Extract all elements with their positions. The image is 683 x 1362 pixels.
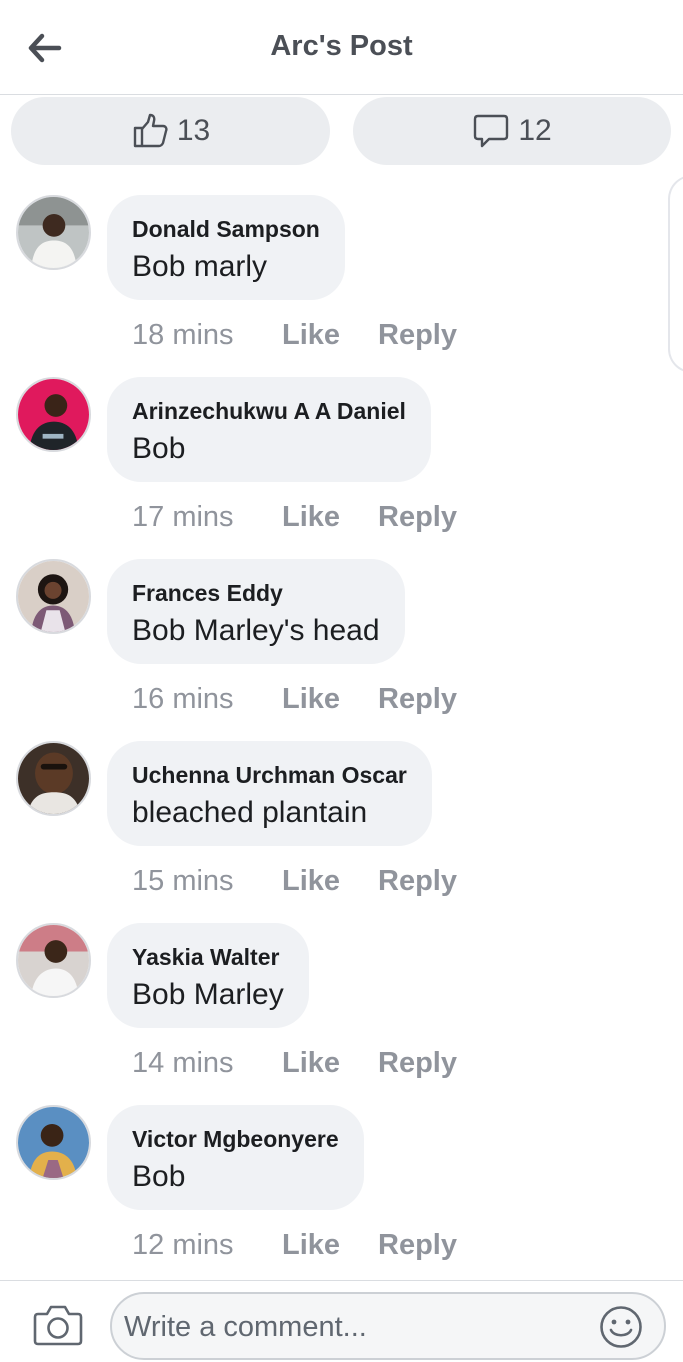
comment-text: bleached plantain bbox=[132, 796, 368, 829]
avatar[interactable] bbox=[16, 923, 91, 998]
comment-text: Bob bbox=[132, 432, 186, 465]
comments-count: 12 bbox=[518, 114, 552, 147]
comment-text: Bob bbox=[132, 1160, 186, 1193]
page-title: Arc's Post bbox=[270, 30, 413, 62]
reply-button[interactable]: Reply bbox=[378, 499, 457, 535]
like-button[interactable]: Like bbox=[282, 1045, 340, 1081]
comment-bubble[interactable]: Donald Sampson Bob marly bbox=[107, 195, 345, 300]
camera-icon bbox=[33, 1305, 83, 1346]
comment-bubble[interactable]: Arinzechukwu A A Daniel Bob bbox=[107, 377, 431, 482]
comment-item: Arinzechukwu A A Daniel Bob 17 mins Like… bbox=[0, 377, 683, 559]
reply-button[interactable]: Reply bbox=[378, 1045, 457, 1081]
likes-count: 13 bbox=[176, 114, 211, 147]
comment-time[interactable]: 15 mins bbox=[132, 863, 234, 899]
like-button[interactable]: Like bbox=[282, 317, 340, 353]
avatar[interactable] bbox=[16, 559, 91, 634]
comment-time[interactable]: 18 mins bbox=[132, 317, 234, 353]
emoji-button[interactable] bbox=[599, 1305, 643, 1349]
comment-bubble[interactable]: Victor Mgbeonyere Bob bbox=[107, 1105, 364, 1210]
comment-item: Victor Mgbeonyere Bob 12 mins Like Reply bbox=[0, 1105, 683, 1287]
comment-item: Donald Sampson Bob marly 18 mins Like Re… bbox=[0, 195, 683, 377]
comment-item: Uchenna Urchman Oscar bleached plantain … bbox=[0, 741, 683, 923]
comment-author[interactable]: Yaskia Walter bbox=[132, 942, 284, 972]
reply-button[interactable]: Reply bbox=[378, 317, 457, 353]
comment-text: Bob Marley bbox=[132, 978, 284, 1011]
avatar[interactable] bbox=[16, 195, 91, 270]
top-bar: Arc's Post bbox=[0, 0, 683, 95]
comments-count-button[interactable]: 12 bbox=[353, 97, 671, 165]
comment-bubble[interactable]: Frances Eddy Bob Marley's head bbox=[107, 559, 405, 664]
smiley-icon bbox=[600, 1306, 642, 1348]
like-button[interactable]: Like bbox=[282, 1227, 340, 1263]
comment-author[interactable]: Frances Eddy bbox=[132, 578, 380, 608]
comment-bubble[interactable]: Uchenna Urchman Oscar bleached plantain bbox=[107, 741, 432, 846]
comment-author[interactable]: Donald Sampson bbox=[132, 214, 320, 244]
reply-button[interactable]: Reply bbox=[378, 1227, 457, 1263]
reply-button[interactable]: Reply bbox=[378, 681, 457, 717]
like-button[interactable]: Like bbox=[282, 499, 340, 535]
comment-author[interactable]: Uchenna Urchman Oscar bbox=[132, 760, 407, 790]
comment-bubble-icon bbox=[474, 114, 509, 148]
reply-button[interactable]: Reply bbox=[378, 863, 457, 899]
like-button[interactable]: Like bbox=[282, 681, 340, 717]
comment-input[interactable] bbox=[124, 1306, 594, 1348]
thumbs-up-icon bbox=[133, 113, 168, 148]
avatar[interactable] bbox=[16, 377, 91, 452]
comment-text: Bob Marley's head bbox=[132, 614, 380, 647]
camera-button[interactable] bbox=[33, 1303, 83, 1347]
comment-item: Frances Eddy Bob Marley's head 16 mins L… bbox=[0, 559, 683, 741]
likes-count-button[interactable]: 13 bbox=[11, 97, 330, 165]
comment-author[interactable]: Victor Mgbeonyere bbox=[132, 1124, 339, 1154]
reaction-summary: 13 12 bbox=[0, 97, 683, 167]
comment-author[interactable]: Arinzechukwu A A Daniel bbox=[132, 396, 406, 426]
avatar[interactable] bbox=[16, 741, 91, 816]
comment-composer bbox=[0, 1280, 683, 1362]
avatar[interactable] bbox=[16, 1105, 91, 1180]
comment-time[interactable]: 17 mins bbox=[132, 499, 234, 535]
comment-time[interactable]: 16 mins bbox=[132, 681, 234, 717]
like-button[interactable]: Like bbox=[282, 863, 340, 899]
comment-item: Yaskia Walter Bob Marley 14 mins Like Re… bbox=[0, 923, 683, 1105]
comment-bubble[interactable]: Yaskia Walter Bob Marley bbox=[107, 923, 309, 1028]
comment-input-box bbox=[110, 1292, 666, 1360]
comment-time[interactable]: 12 mins bbox=[132, 1227, 234, 1263]
comment-time[interactable]: 14 mins bbox=[132, 1045, 234, 1081]
comment-text: Bob marly bbox=[132, 250, 268, 283]
